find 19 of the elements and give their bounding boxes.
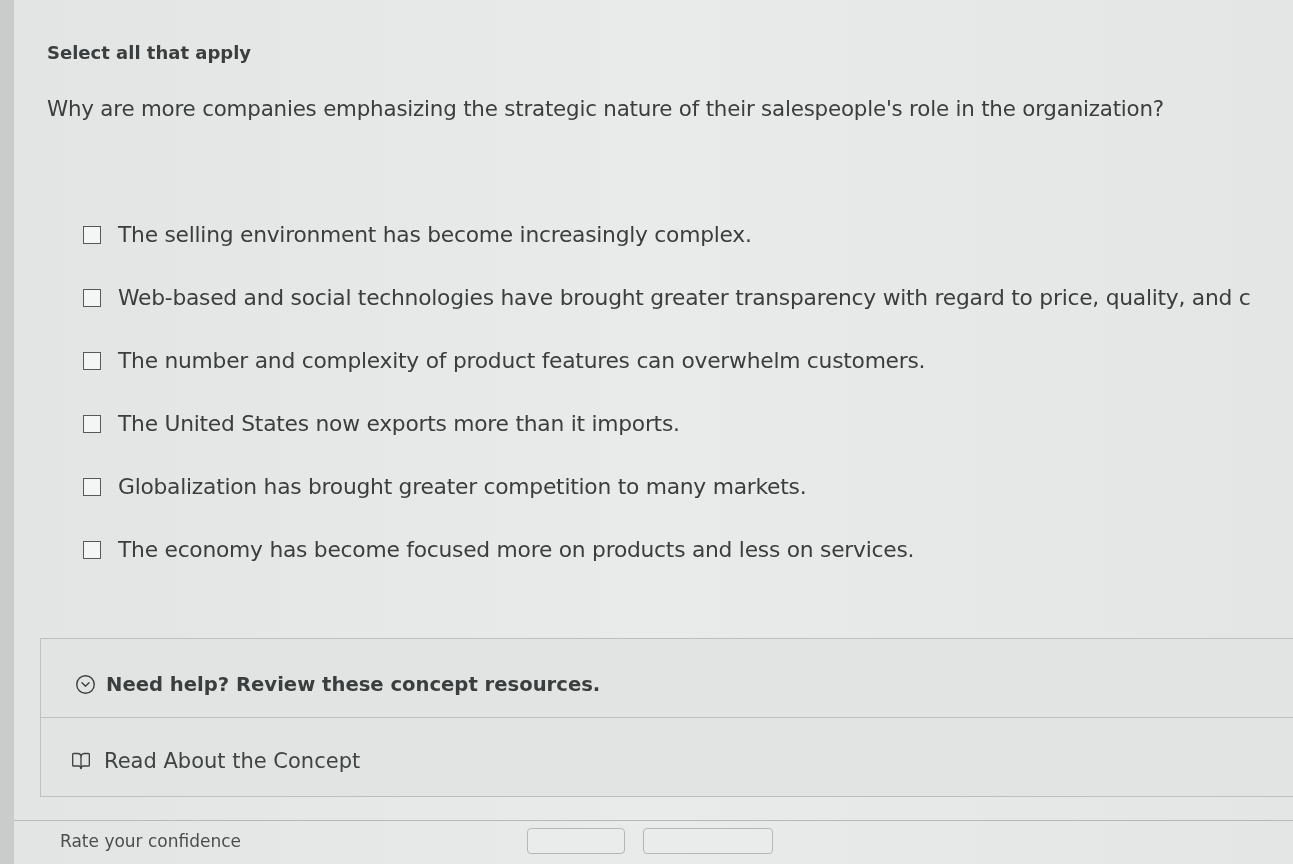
concept-link[interactable]: Read About the Concept: [71, 749, 361, 773]
book-icon: [71, 751, 91, 771]
checkbox[interactable]: [83, 225, 101, 244]
confidence-prompt: Rate your confidence: [60, 831, 242, 851]
checkbox[interactable]: [83, 414, 101, 433]
checkbox[interactable]: [83, 540, 101, 559]
option-text: Globalization has brought greater competition to many markets.: [118, 473, 807, 500]
checkbox[interactable]: [83, 477, 101, 496]
option-text: The United States now exports more than it imports.: [118, 410, 680, 437]
instruction-text: Select all that apply: [47, 42, 252, 64]
question-text: Why are more companies emphasizing the strategic nature of their salespeople's role in the organization?: [47, 96, 1164, 122]
option-text: The economy has become focused more on products and less on services.: [118, 536, 915, 563]
option-text: The number and complexity of product features can overwhelm customers.: [118, 347, 926, 374]
checkbox[interactable]: [83, 351, 101, 370]
checkbox[interactable]: [83, 288, 101, 307]
chevron-icon: [75, 673, 96, 695]
help-toggle[interactable]: Need help? Review these concept resources.: [75, 672, 601, 696]
option-text: Web-based and social technologies have brought greater transparency with regard to price, quality, and c: [118, 284, 1251, 311]
option-text: The selling environment has become increasingly complex.: [118, 221, 752, 248]
